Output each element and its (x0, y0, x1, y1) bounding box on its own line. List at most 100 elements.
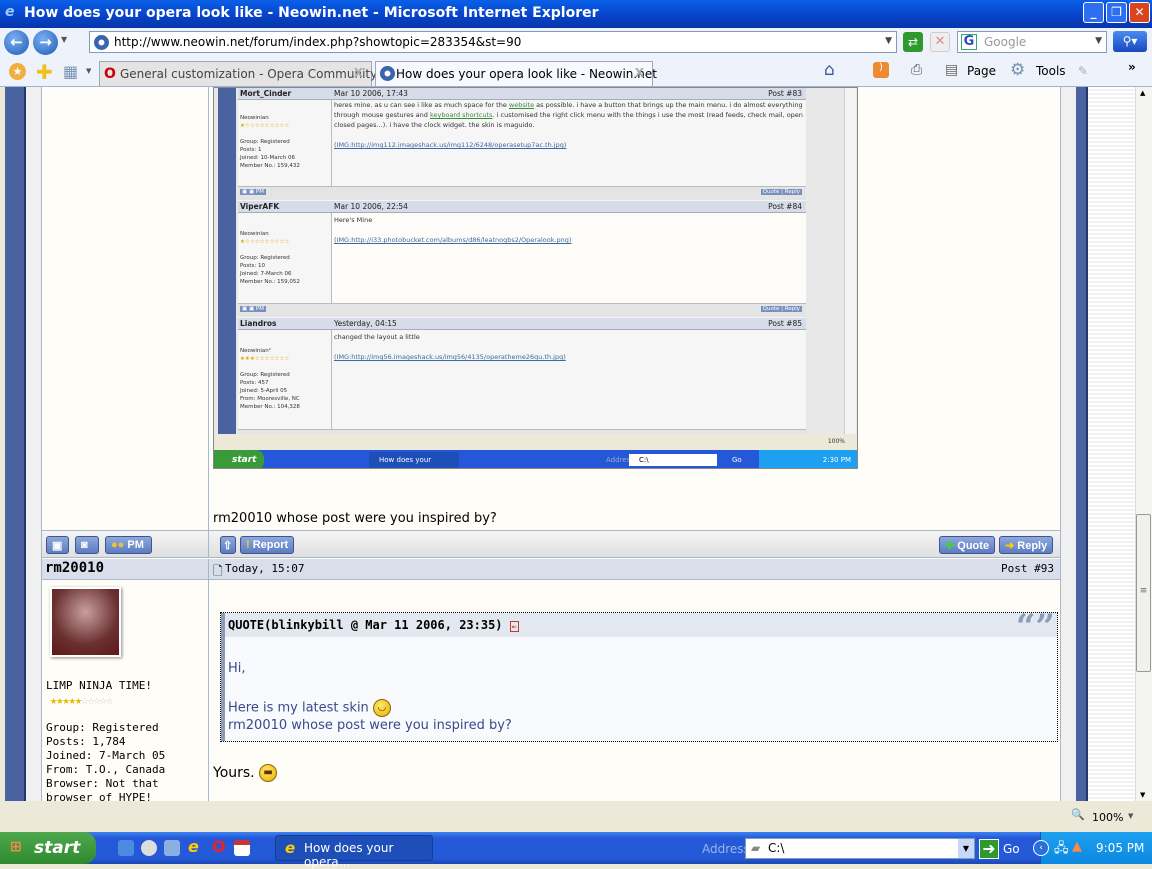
link[interactable]: keyboard shortcuts (430, 111, 493, 119)
embedded-address: C:\ (629, 454, 717, 466)
address-dropdown-icon[interactable]: ▼ (885, 36, 892, 46)
ie-logo-icon: e (5, 4, 15, 20)
close-tab-icon[interactable]: X (354, 66, 363, 80)
view-post-icon[interactable]: ← (509, 621, 519, 632)
post-body: QUOTE(blinkybill @ Mar 11 2006, 23:35) ←… (210, 580, 1060, 801)
scroll-top-button[interactable]: ⇧ (220, 536, 236, 554)
address-bar[interactable]: http://www.neowin.net/forum/index.php?sh… (89, 31, 897, 53)
network-icon[interactable]: 🖧 (1054, 839, 1069, 861)
print-icon[interactable]: ⎙ (911, 62, 922, 78)
quote-button[interactable]: ✚ Quote (939, 536, 996, 554)
tab-list-dropdown-icon[interactable]: ▼ (86, 67, 91, 75)
post-text: Here's Mine (IMG:http://i33.photobucket.c… (334, 216, 572, 244)
reply-button[interactable]: ➜ Reply (999, 536, 1054, 554)
title-bar: e How does your opera look like - Neowin… (0, 0, 1152, 28)
scroll-down-icon[interactable]: ▼ (1140, 791, 1145, 799)
taskbar-go-button[interactable]: Go (1003, 842, 1020, 856)
google-icon: G (961, 34, 977, 50)
add-favorite-icon[interactable]: ✚ (36, 60, 53, 84)
image-link[interactable]: (IMG:http://img56.imageshack.us/img56/41… (334, 353, 566, 361)
post-header: rm20010 🗋 Today, 15:07 Post #93 (42, 559, 1060, 580)
tools-gear-icon: ⚙ (1010, 60, 1026, 80)
maximize-button[interactable]: ❐ (1106, 2, 1127, 23)
address-input[interactable]: http://www.neowin.net/forum/index.php?sh… (114, 35, 521, 49)
link[interactable]: website (509, 101, 534, 109)
taskbar-task-ie[interactable]: e How does your opera... (275, 835, 433, 869)
tab-opera-community[interactable]: O General customization - Opera Communit… (99, 61, 377, 86)
quicklaunch-opera-icon[interactable]: O (212, 839, 228, 856)
author-info: Neowinian ★☆☆☆☆☆☆☆☆☆ Group: Registered Post… (240, 231, 300, 285)
post-date: Today, 15:07 (225, 562, 305, 575)
go-arrow-icon[interactable]: ➜ (979, 839, 999, 859)
right-border-decoration (1076, 87, 1088, 801)
cool-smiley-icon: ▬ (259, 764, 278, 782)
quicklaunch-media-icon[interactable] (141, 840, 157, 856)
quicklaunch-ie-icon[interactable]: e (188, 839, 204, 856)
scroll-up-icon[interactable]: ▲ (1140, 89, 1145, 97)
start-button[interactable]: ⊞ start (0, 832, 96, 864)
embedded-start: start (214, 450, 264, 468)
image-link[interactable]: (IMG:http://i33.photobucket.com/albums/d… (334, 236, 571, 244)
report-button[interactable]: ! Report (240, 536, 295, 554)
feeds-icon[interactable]: ) (873, 62, 889, 78)
embedded-screenshot: Mort_Cinder Mar 10 2006, 17:43 Post #83 Ne… (213, 87, 858, 469)
webcam-icon[interactable]: ◙ (75, 536, 99, 554)
forum-topic: Mort_Cinder Mar 10 2006, 17:43 Post #83 Ne… (41, 87, 1061, 801)
back-button[interactable]: ← (4, 30, 29, 55)
more-commands-button[interactable]: » (1128, 60, 1136, 74)
clock[interactable]: 9:05 PM (1096, 841, 1144, 855)
tools-menu[interactable]: Tools (1036, 64, 1066, 78)
profile-icon[interactable]: ▣ (46, 536, 69, 554)
scrollbar-thumb[interactable]: ≡ (1136, 514, 1151, 672)
search-box[interactable]: G Google ▼ (957, 31, 1107, 53)
close-tab-icon[interactable]: X (635, 66, 644, 80)
prev-post-body: Mort_Cinder Mar 10 2006, 17:43 Post #83 Ne… (210, 87, 1060, 530)
author-info: LIMP NINJA TIME! ★★★★★☆☆☆☆☆ Group: Regis… (42, 580, 209, 801)
author: ViperAFK (240, 202, 280, 211)
taskbar-address-input[interactable]: ▰ C:\ ▼ (745, 838, 975, 859)
page-menu[interactable]: Page (967, 64, 996, 78)
window-title: How does your opera look like - Neowin.n… (24, 5, 599, 21)
quote-header: QUOTE(blinkybill @ Mar 11 2006, 23:35) ←… (221, 607, 1057, 647)
avatar[interactable] (50, 587, 121, 657)
page-content: Mort_Cinder Mar 10 2006, 17:43 Post #83 Ne… (0, 87, 1135, 801)
favorites-star-icon[interactable]: ★ (9, 63, 26, 80)
post-author[interactable]: rm20010 (42, 559, 209, 579)
minimize-button[interactable]: _ (1083, 2, 1104, 23)
close-button[interactable]: ✕ (1129, 2, 1150, 23)
quick-tabs-icon[interactable]: ▦ (63, 62, 78, 81)
zoom-level[interactable]: 100% (1092, 811, 1123, 824)
home-icon[interactable]: ⌂ (824, 60, 835, 80)
post-number[interactable]: Post #93 (1001, 562, 1054, 575)
member-group: Group: Registered (46, 721, 159, 734)
tab-label: General customization - Opera Community (120, 67, 378, 81)
zoom-icon: 🔍 (1071, 808, 1085, 821)
address-dropdown-icon[interactable]: ▼ (958, 839, 974, 858)
refresh-icon[interactable]: ⇄ (903, 32, 923, 52)
search-input[interactable]: Google (984, 35, 1026, 49)
search-dropdown-icon[interactable]: ▼ (1095, 36, 1102, 46)
neowin-favicon-icon (94, 35, 109, 50)
search-button[interactable]: ⚲▾ (1113, 31, 1147, 52)
zoom-dropdown-icon[interactable]: ▼ (1128, 812, 1133, 820)
quote-block: QUOTE(blinkybill @ Mar 11 2006, 23:35) ←… (220, 607, 1058, 742)
author: Liandros (240, 319, 277, 328)
quicklaunch-messenger-icon[interactable] (164, 840, 180, 856)
embedded-clock: 2:30 PM (759, 450, 857, 468)
vertical-scrollbar[interactable]: ▲ ▼ (1135, 87, 1152, 801)
tray-expand-icon[interactable]: ‹ (1033, 840, 1049, 856)
system-tray: ‹ 🖧 ▲ 9:05 PM (1033, 832, 1152, 864)
rating-stars: ★★★★★☆☆☆☆☆ (50, 693, 113, 707)
quicklaunch-app-icon[interactable] (234, 840, 250, 856)
research-icon[interactable]: ✎ (1078, 64, 1088, 78)
forward-button[interactable]: → (33, 30, 58, 55)
pm-button[interactable]: ●● PM (105, 536, 152, 554)
quicklaunch-desktop-icon[interactable] (118, 840, 134, 856)
tab-neowin[interactable]: How does your opera look like - Neowin.n… (375, 61, 657, 86)
author-info: Neowinian² ★★★☆☆☆☆☆☆☆ Group: Registered Pos… (240, 348, 300, 410)
security-alert-icon[interactable]: ▲ (1072, 839, 1082, 854)
stop-icon[interactable]: ✕ (930, 32, 950, 52)
post-text: changed the layout a little (IMG:http://i… (334, 333, 566, 361)
image-link[interactable]: (IMG:http://img112.imageshack.us/img112/… (334, 141, 566, 149)
history-dropdown-icon[interactable]: ▼ (61, 35, 67, 44)
